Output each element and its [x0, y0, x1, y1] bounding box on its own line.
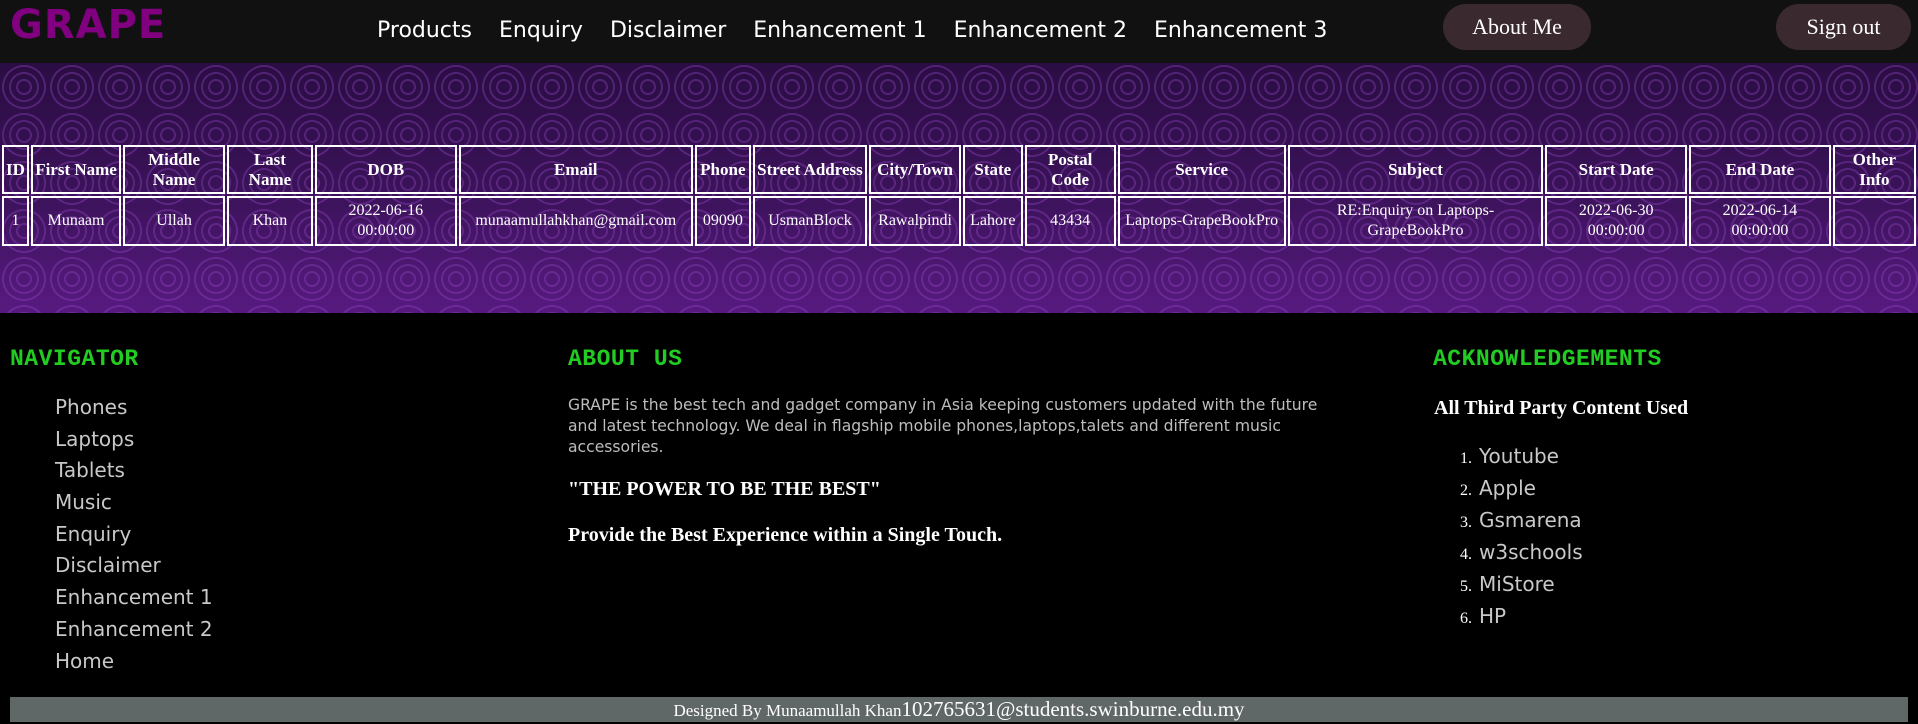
cell-start-date: 2022-06-30 00:00:00: [1545, 196, 1688, 246]
list-item[interactable]: 2. Apple: [1460, 473, 1583, 505]
col-header-street-address: Street Address: [752, 145, 868, 194]
cell-last-name: Khan: [226, 196, 313, 246]
col-header-last-name: Last Name: [226, 145, 313, 194]
cell-first-name: Munaam: [30, 196, 122, 246]
ack-item-label[interactable]: Apple: [1479, 476, 1536, 500]
ack-item-label[interactable]: Youtube: [1479, 444, 1559, 468]
nav-link-enhancement-2[interactable]: Enhancement 2: [954, 18, 1127, 43]
about-us-tagline: Provide the Best Experience within a Sin…: [568, 524, 1003, 546]
list-item[interactable]: 4. w3schools: [1460, 537, 1583, 569]
nav-link-enhancement-3[interactable]: Enhancement 3: [1154, 18, 1327, 43]
col-header-end-date: End Date: [1689, 145, 1831, 194]
footer-link-enhancement-2[interactable]: Enhancement 2: [55, 614, 213, 646]
table-header-row: ID First Name Middle Name Last Name DOB …: [2, 145, 1916, 194]
about-us-heading: ABOUT US: [568, 346, 683, 372]
col-header-middle-name: Middle Name: [123, 145, 225, 194]
col-header-first-name: First Name: [30, 145, 122, 194]
main-nav: Products Enquiry Disclaimer Enhancement …: [377, 18, 1354, 43]
list-item[interactable]: 5. MiStore: [1460, 569, 1583, 601]
navigator-heading: NAVIGATOR: [10, 346, 139, 372]
table-row: 1 Munaam Ullah Khan 2022-06-16 00:00:00 …: [2, 196, 1916, 246]
acknowledgements-subheading: All Third Party Content Used: [1434, 397, 1689, 419]
cell-middle-name: Ullah: [123, 196, 225, 246]
footer-link-enhancement-1[interactable]: Enhancement 1: [55, 582, 213, 614]
col-header-phone: Phone: [694, 145, 751, 194]
footer-credit-bar: Designed By Munaamullah Khan102765631@st…: [10, 697, 1908, 722]
col-header-postal-code: Postal Code: [1024, 145, 1116, 194]
footer-link-enquiry[interactable]: Enquiry: [55, 519, 213, 551]
nav-link-products[interactable]: Products: [377, 18, 472, 43]
list-item[interactable]: 1. Youtube: [1460, 441, 1583, 473]
ack-item-label[interactable]: w3schools: [1479, 540, 1583, 564]
acknowledgements-list: 1. Youtube 2. Apple 3. Gsmarena 4. w3schools…: [1460, 441, 1583, 633]
about-us-text: GRAPE is the best tech and gadget compan…: [568, 396, 1318, 456]
cell-street-address: UsmanBlock: [752, 196, 868, 246]
footer-link-tablets[interactable]: Tablets: [55, 455, 213, 487]
navigator-list: Phones Laptops Tablets Music Enquiry Dis…: [55, 392, 213, 677]
ack-item-label[interactable]: HP: [1479, 604, 1506, 628]
enquiry-table: ID First Name Middle Name Last Name DOB …: [0, 143, 1918, 248]
cell-other-info: [1832, 196, 1916, 246]
designed-by-text: Designed By Munaamullah Khan: [673, 701, 902, 720]
top-navigation-bar: GRAPE Products Enquiry Disclaimer Enhanc…: [0, 0, 1918, 63]
ack-item-label[interactable]: Gsmarena: [1479, 508, 1582, 532]
col-header-dob: DOB: [314, 145, 457, 194]
about-us-quote: "THE POWER TO BE THE BEST": [568, 478, 881, 500]
cell-phone: 09090: [694, 196, 751, 246]
about-me-button[interactable]: About Me: [1443, 4, 1591, 50]
footer-link-phones[interactable]: Phones: [55, 392, 213, 424]
col-header-service: Service: [1117, 145, 1286, 194]
cell-postal-code: 43434: [1024, 196, 1116, 246]
cell-subject: RE:Enquiry on Laptops-GrapeBookPro: [1287, 196, 1544, 246]
col-header-email: Email: [458, 145, 693, 194]
col-header-id: ID: [2, 145, 29, 194]
designer-email[interactable]: 102765631@students.swinburne.edu.my: [901, 697, 1244, 721]
col-header-state: State: [962, 145, 1023, 194]
nav-link-enhancement-1[interactable]: Enhancement 1: [753, 18, 926, 43]
cell-email: munaamullahkhan@gmail.com: [458, 196, 693, 246]
col-header-other-info: Other Info: [1832, 145, 1916, 194]
cell-end-date: 2022-06-14 00:00:00: [1689, 196, 1831, 246]
col-header-subject: Subject: [1287, 145, 1544, 194]
nav-link-enquiry[interactable]: Enquiry: [499, 18, 583, 43]
sign-out-button[interactable]: Sign out: [1776, 4, 1911, 50]
footer-link-laptops[interactable]: Laptops: [55, 424, 213, 456]
enquiry-banner: ID First Name Middle Name Last Name DOB …: [0, 63, 1918, 313]
nav-link-disclaimer[interactable]: Disclaimer: [610, 18, 726, 43]
site-logo[interactable]: GRAPE: [10, 2, 166, 48]
footer-link-disclaimer[interactable]: Disclaimer: [55, 550, 213, 582]
footer-link-music[interactable]: Music: [55, 487, 213, 519]
cell-dob: 2022-06-16 00:00:00: [314, 196, 457, 246]
cell-city-town: Rawalpindi: [869, 196, 961, 246]
col-header-city-town: City/Town: [869, 145, 961, 194]
cell-id: 1: [2, 196, 29, 246]
col-header-start-date: Start Date: [1545, 145, 1688, 194]
cell-state: Lahore: [962, 196, 1023, 246]
list-item[interactable]: 3. Gsmarena: [1460, 505, 1583, 537]
ack-item-label[interactable]: MiStore: [1479, 572, 1555, 596]
footer-link-home[interactable]: Home: [55, 646, 213, 678]
list-item[interactable]: 6. HP: [1460, 601, 1583, 633]
acknowledgements-heading: ACKNOWLEDGEMENTS: [1433, 346, 1662, 372]
cell-service: Laptops-GrapeBookPro: [1117, 196, 1286, 246]
